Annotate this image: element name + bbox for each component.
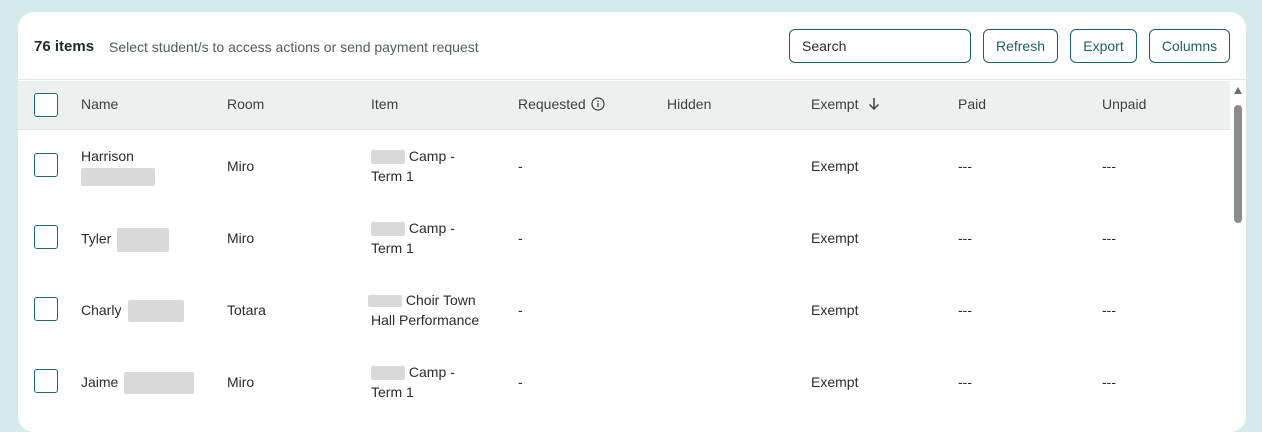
columns-button[interactable]: Columns bbox=[1149, 29, 1230, 63]
student-first-name: Jaime bbox=[81, 374, 119, 390]
requested-cell: - bbox=[518, 374, 523, 390]
item-line-2: Term 1 bbox=[371, 384, 414, 400]
item-line-1: Camp - bbox=[408, 148, 455, 164]
item-cell: Camp - Term 1 bbox=[371, 218, 455, 258]
column-header-unpaid[interactable]: Unpaid bbox=[1102, 96, 1146, 112]
redacted-item-prefix bbox=[371, 222, 405, 237]
paid-cell: --- bbox=[958, 302, 972, 318]
student-first-name: Tyler bbox=[81, 230, 112, 247]
requested-cell: - bbox=[518, 230, 523, 246]
table-row[interactable]: Jaime Miro Camp - Term 1 - Exempt --- --… bbox=[18, 346, 1230, 418]
select-all-checkbox[interactable] bbox=[34, 93, 58, 117]
student-name: Harrison bbox=[81, 146, 155, 187]
item-line-1: Camp - bbox=[408, 364, 455, 380]
arrow-down-icon[interactable] bbox=[868, 97, 880, 111]
export-button[interactable]: Export bbox=[1070, 29, 1137, 63]
requested-cell: - bbox=[518, 158, 523, 174]
redacted-surname bbox=[128, 300, 185, 323]
item-line-1: Camp - bbox=[408, 220, 455, 236]
column-header-unpaid-label: Unpaid bbox=[1102, 96, 1147, 112]
column-header-paid[interactable]: Paid bbox=[958, 96, 986, 112]
column-header-exempt-label: Exempt bbox=[811, 96, 859, 112]
payments-panel: 76 items Select student/s to access acti… bbox=[18, 12, 1246, 432]
column-header-exempt[interactable]: Exempt bbox=[811, 96, 880, 112]
student-name: Tyler bbox=[81, 228, 170, 252]
item-cell: Choir Town Hall Performance bbox=[368, 290, 479, 330]
info-icon[interactable] bbox=[591, 97, 605, 111]
column-header-requested[interactable]: Requested bbox=[518, 96, 605, 112]
column-header-item-label: Item bbox=[371, 96, 399, 112]
table-row[interactable]: Tyler Miro Camp - Term 1 - Exempt --- --… bbox=[18, 202, 1230, 274]
vertical-scrollbar[interactable] bbox=[1230, 81, 1246, 432]
redacted-surname bbox=[124, 372, 195, 395]
table-row[interactable]: Harrison Miro Camp - Term 1 - Exempt ---… bbox=[18, 130, 1230, 202]
item-cell: Camp - Term 1 bbox=[371, 362, 455, 402]
room-cell: Miro bbox=[227, 158, 255, 174]
row-checkbox[interactable] bbox=[34, 225, 58, 249]
redacted-item-prefix bbox=[371, 366, 405, 381]
redacted-item-prefix bbox=[371, 150, 405, 165]
paid-cell: --- bbox=[958, 374, 972, 390]
scrollbar-thumb[interactable] bbox=[1234, 105, 1242, 223]
table-toolbar: 76 items Select student/s to access acti… bbox=[18, 12, 1246, 80]
redacted-surname bbox=[81, 168, 155, 187]
search-input[interactable] bbox=[789, 29, 971, 63]
room-cell: Totara bbox=[227, 302, 266, 318]
item-count: 76 items bbox=[34, 38, 95, 55]
paid-cell: --- bbox=[958, 158, 972, 174]
unpaid-cell: --- bbox=[1102, 374, 1116, 390]
student-name: Jaime bbox=[81, 372, 195, 395]
item-line-2: Hall Performance bbox=[371, 312, 480, 328]
room-cell: Miro bbox=[227, 374, 255, 390]
redacted-surname bbox=[117, 228, 170, 252]
row-checkbox[interactable] bbox=[34, 153, 58, 177]
column-header-item[interactable]: Item bbox=[371, 96, 398, 112]
room-cell: Miro bbox=[227, 230, 255, 246]
student-name: Charly bbox=[81, 300, 185, 323]
item-line-2: Term 1 bbox=[371, 168, 414, 184]
table-row[interactable]: Charly Totara Choir Town Hall Performanc… bbox=[18, 274, 1230, 346]
redacted-item-prefix bbox=[368, 295, 402, 308]
column-header-room[interactable]: Room bbox=[227, 96, 264, 112]
unpaid-cell: --- bbox=[1102, 302, 1116, 318]
item-line-2: Term 1 bbox=[371, 240, 414, 256]
row-checkbox[interactable] bbox=[34, 369, 58, 393]
unpaid-cell: --- bbox=[1102, 158, 1116, 174]
requested-cell: - bbox=[518, 302, 523, 318]
column-header-room-label: Room bbox=[227, 96, 265, 112]
exempt-cell: Exempt bbox=[811, 230, 859, 246]
selection-hint: Select student/s to access actions or se… bbox=[109, 39, 479, 55]
column-header-hidden-label: Hidden bbox=[667, 96, 712, 112]
refresh-button[interactable]: Refresh bbox=[983, 29, 1058, 63]
student-first-name: Harrison bbox=[81, 148, 134, 164]
row-checkbox[interactable] bbox=[34, 297, 58, 321]
column-header-requested-label: Requested bbox=[518, 96, 586, 112]
exempt-cell: Exempt bbox=[811, 302, 859, 318]
column-header-name-label: Name bbox=[81, 96, 119, 112]
item-cell: Camp - Term 1 bbox=[371, 146, 455, 186]
exempt-cell: Exempt bbox=[811, 374, 859, 390]
paid-cell: --- bbox=[958, 230, 972, 246]
column-header-hidden[interactable]: Hidden bbox=[667, 96, 711, 112]
student-first-name: Charly bbox=[81, 302, 122, 318]
column-header-name[interactable]: Name bbox=[81, 96, 118, 112]
scroll-up-icon[interactable] bbox=[1234, 87, 1242, 94]
unpaid-cell: --- bbox=[1102, 230, 1116, 246]
exempt-cell: Exempt bbox=[811, 158, 859, 174]
item-line-1: Choir Town bbox=[405, 292, 476, 308]
column-header-paid-label: Paid bbox=[958, 96, 987, 112]
table-header: Name Room Item Requested Hidden Exempt P… bbox=[18, 81, 1230, 130]
